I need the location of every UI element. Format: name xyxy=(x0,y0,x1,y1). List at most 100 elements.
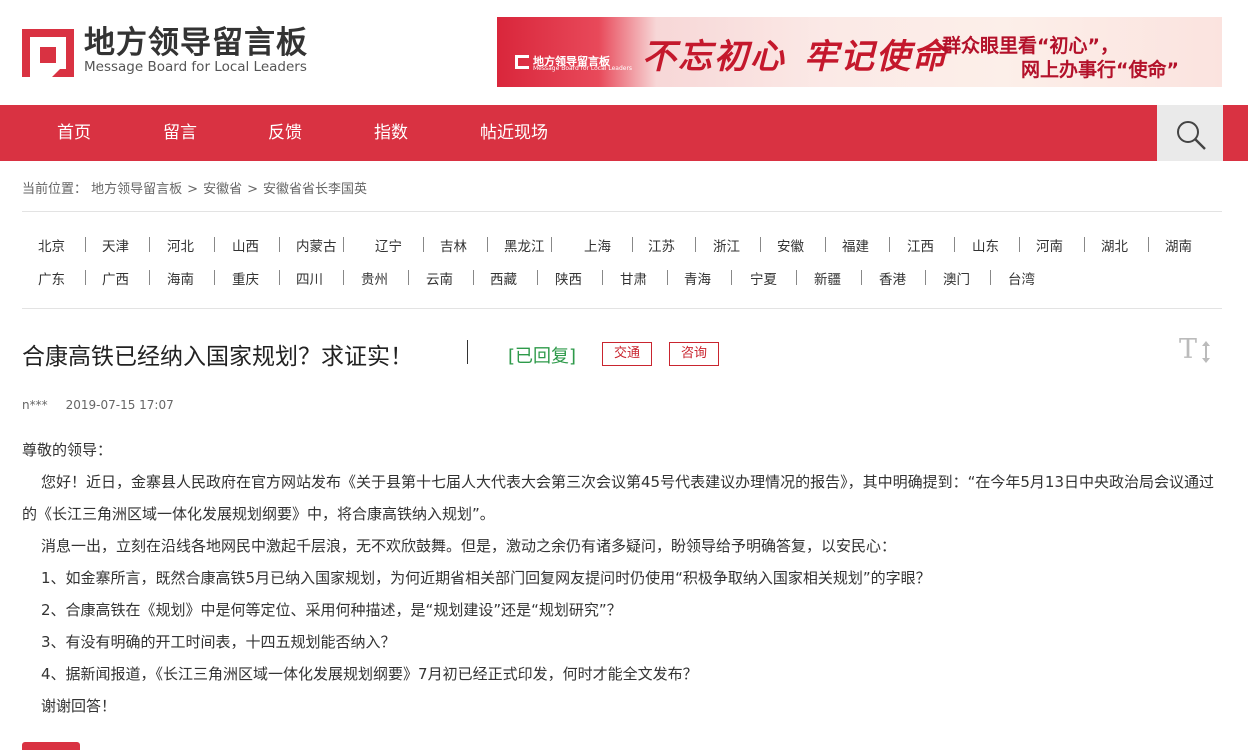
post-paragraph: 1、如金寨所言，既然合康高铁5月已纳入国家规划，为何近期省相关部门回复网友提问时… xyxy=(41,569,931,587)
province-separator xyxy=(1019,237,1020,252)
province-link[interactable]: 黑龙江 xyxy=(504,235,545,255)
tag-consult[interactable]: 咨询 xyxy=(669,342,719,366)
province-separator xyxy=(1084,237,1085,252)
province-separator xyxy=(537,270,538,285)
province-link[interactable]: 西藏 xyxy=(490,268,517,288)
site-header: 地方领导留言板 Message Board for Local Leaders … xyxy=(0,0,1248,105)
province-link[interactable]: 江苏 xyxy=(648,235,675,255)
province-link[interactable]: 上海 xyxy=(584,235,611,255)
province-link[interactable]: 云南 xyxy=(426,268,453,288)
post-paragraph: 消息一出，立刻在沿线各地网民中激起千层浪，无不欢欣鼓舞。但是，激动之余仍有诸多疑… xyxy=(41,537,897,555)
province-link[interactable]: 辽宁 xyxy=(375,235,402,255)
post-paragraph: 尊敬的领导： xyxy=(22,441,113,459)
font-size-arrows-icon xyxy=(1202,341,1210,363)
province-link[interactable]: 宁夏 xyxy=(750,268,777,288)
font-size-toggle[interactable]: T xyxy=(1179,334,1213,366)
province-separator xyxy=(925,270,926,285)
banner-line-2: 网上办事行“使命” xyxy=(1021,59,1179,81)
province-separator xyxy=(85,270,86,285)
post-body: 尊敬的领导： 您好！近日，金寨县人民政府在官方网站发布《关于县第十七届人大代表大… xyxy=(22,434,1217,722)
post-paragraph: 2、合康高铁在《规划》中是何等定位、采用何种描述，是“规划建设”还是“规划研究”… xyxy=(41,601,622,619)
province-link[interactable]: 湖南 xyxy=(1165,235,1192,255)
province-link[interactable]: 内蒙古 xyxy=(296,235,337,255)
logo-title-cn: 地方领导留言板 xyxy=(84,25,308,61)
province-link[interactable]: 安徽 xyxy=(777,235,804,255)
header-banner[interactable]: 地方领导留言板 Message Board for Local Leaders … xyxy=(497,17,1222,87)
province-separator xyxy=(408,270,409,285)
province-link[interactable]: 浙江 xyxy=(713,235,740,255)
province-link[interactable]: 山东 xyxy=(972,235,999,255)
province-separator xyxy=(796,270,797,285)
breadcrumb-item[interactable]: 安徽省省长李国英 xyxy=(263,182,367,197)
nav-item-index[interactable]: 指数 xyxy=(374,105,408,161)
province-link[interactable]: 四川 xyxy=(296,268,323,288)
province-link[interactable]: 福建 xyxy=(842,235,869,255)
post-author: n*** xyxy=(22,398,48,412)
province-link[interactable]: 河北 xyxy=(167,235,194,255)
province-separator xyxy=(149,270,150,285)
logo-mark-icon xyxy=(22,29,74,77)
banner-line-1: 群众眼里看“初心”， xyxy=(942,35,1119,57)
province-separator xyxy=(473,270,474,285)
province-link[interactable]: 香港 xyxy=(879,268,906,288)
province-row-2: 广东 广西 海南 重庆 四川 贵州 云南 西藏 陕西 甘肃 青海 宁夏 新疆 香港 澳门 台湾 xyxy=(22,268,1222,288)
nav-item-scene[interactable]: 帖近现场 xyxy=(480,105,548,161)
province-separator xyxy=(861,270,862,285)
breadcrumb-item[interactable]: 地方领导留言板 xyxy=(91,182,182,197)
breadcrumb-separator: > xyxy=(247,182,258,197)
province-link[interactable]: 甘肃 xyxy=(620,268,647,288)
province-link[interactable]: 广东 xyxy=(38,268,65,288)
province-separator xyxy=(279,237,280,252)
province-separator xyxy=(1148,237,1149,252)
province-separator xyxy=(487,237,488,252)
breadcrumb-separator: > xyxy=(187,182,199,197)
province-link[interactable]: 澳门 xyxy=(943,268,970,288)
province-separator xyxy=(632,237,633,252)
site-logo[interactable]: 地方领导留言板 Message Board for Local Leaders xyxy=(22,25,322,80)
banner-logo: 地方领导留言板 Message Board for Local Leaders xyxy=(515,53,632,75)
bottom-action-button[interactable] xyxy=(22,742,80,750)
province-link[interactable]: 新疆 xyxy=(814,268,841,288)
province-row-1: 北京 天津 河北 山西 内蒙古 辽宁 吉林 黑龙江 上海 江苏 浙江 安徽 福建 江西 山东 河南 湖北 湖南 xyxy=(22,235,1222,255)
province-link[interactable]: 江西 xyxy=(907,235,934,255)
main-nav: 首页 留言 反馈 指数 帖近现场 xyxy=(0,105,1248,161)
post-paragraph: 4、据新闻报道，《长江三角洲区域一体化发展规划纲要》7月初已经正式印发，何时才能… xyxy=(41,665,698,683)
font-size-icon: T xyxy=(1179,334,1198,365)
province-separator xyxy=(667,270,668,285)
province-link[interactable]: 贵州 xyxy=(361,268,388,288)
province-separator xyxy=(990,270,991,285)
province-link[interactable]: 海南 xyxy=(167,268,194,288)
province-link[interactable]: 重庆 xyxy=(232,268,259,288)
province-link[interactable]: 北京 xyxy=(38,235,65,255)
banner-logo-en: Message Board for Local Leaders xyxy=(533,65,633,72)
province-separator xyxy=(214,270,215,285)
province-separator xyxy=(731,270,732,285)
search-button[interactable] xyxy=(1157,105,1223,161)
province-link[interactable]: 山西 xyxy=(232,235,259,255)
province-link[interactable]: 台湾 xyxy=(1008,268,1035,288)
province-separator xyxy=(214,237,215,252)
banner-slogan-a: 不忘初心 xyxy=(642,37,786,77)
nav-item-message[interactable]: 留言 xyxy=(163,105,197,161)
post-meta: n*** 2019-07-15 17:07 xyxy=(22,398,174,412)
province-link[interactable]: 陕西 xyxy=(555,268,582,288)
province-separator xyxy=(602,270,603,285)
province-link[interactable]: 广西 xyxy=(102,268,129,288)
divider xyxy=(22,211,1222,212)
nav-item-home[interactable]: 首页 xyxy=(57,105,91,161)
province-link[interactable]: 天津 xyxy=(102,235,129,255)
province-link[interactable]: 河南 xyxy=(1036,235,1063,255)
province-link[interactable]: 青海 xyxy=(684,268,711,288)
reply-status-badge: [已回复] xyxy=(508,346,577,367)
province-link[interactable]: 吉林 xyxy=(440,235,467,255)
breadcrumb-item[interactable]: 安徽省 xyxy=(203,182,242,197)
province-separator xyxy=(695,237,696,252)
province-separator xyxy=(85,237,86,252)
post-paragraph: 3、有没有明确的开工时间表，十四五规划能否纳入？ xyxy=(41,633,396,651)
nav-item-feedback[interactable]: 反馈 xyxy=(268,105,302,161)
search-icon xyxy=(1177,121,1206,150)
province-link[interactable]: 湖北 xyxy=(1101,235,1128,255)
province-separator xyxy=(279,270,280,285)
tag-traffic[interactable]: 交通 xyxy=(602,342,652,366)
title-separator xyxy=(467,340,468,364)
